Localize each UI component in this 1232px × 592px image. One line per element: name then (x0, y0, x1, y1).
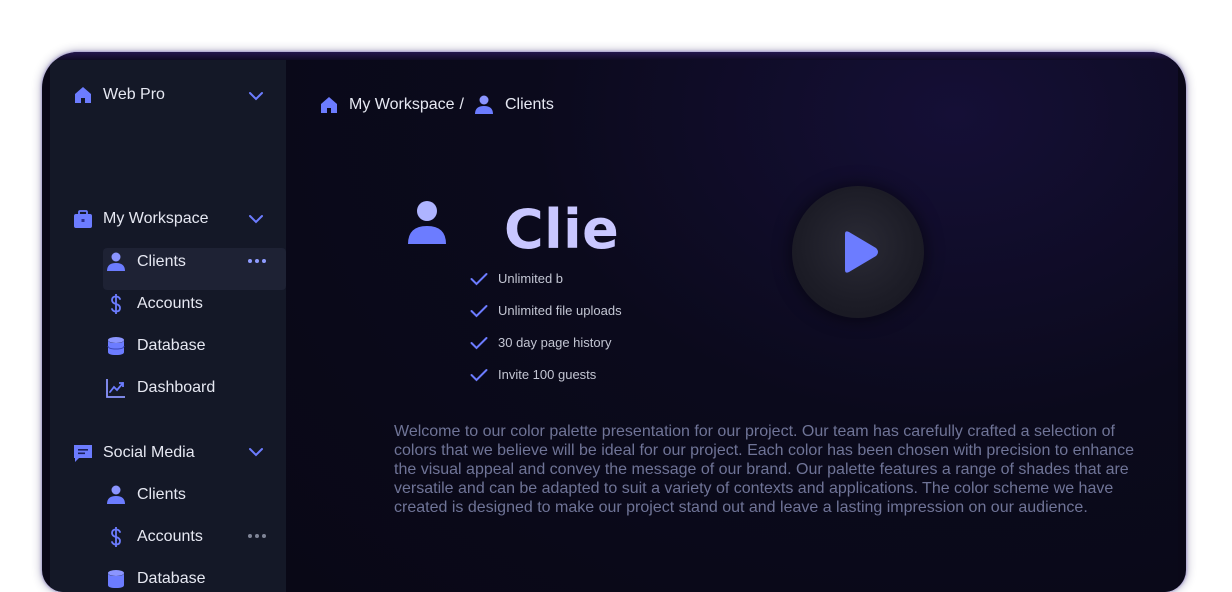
page-title: Clie (504, 198, 620, 261)
workspace-switcher[interactable]: Web Pro (72, 84, 165, 106)
main-content: My Workspace / Clients Clie Unlimited b … (286, 60, 1178, 592)
sidebar-item-label: Accounts (137, 295, 203, 312)
breadcrumb-separator: / (459, 96, 464, 113)
check-icon (470, 336, 488, 349)
feature-item: Unlimited file uploads (470, 303, 622, 318)
sidebar-item-clients[interactable]: Clients (105, 251, 186, 273)
sidebar-item-label: Database (137, 570, 206, 587)
more-options-icon[interactable] (248, 534, 266, 538)
sidebar-item-accounts[interactable]: Accounts (105, 526, 203, 548)
database-icon (105, 335, 127, 357)
user-icon (473, 94, 495, 116)
database-icon (105, 568, 127, 590)
feature-item: Unlimited b (470, 271, 563, 286)
more-options-icon[interactable] (248, 259, 266, 263)
breadcrumb-current: Clients (504, 96, 554, 113)
home-icon (318, 94, 340, 116)
description-paragraph: Welcome to our color palette presentatio… (394, 423, 1134, 516)
briefcase-icon (72, 208, 94, 230)
user-icon (105, 251, 127, 273)
sidebar-item-accounts[interactable]: Accounts (105, 293, 203, 315)
sidebar-item-database[interactable]: Database (105, 568, 206, 590)
user-icon (406, 200, 448, 246)
play-button[interactable] (792, 186, 924, 318)
feature-item: Invite 100 guests (470, 367, 596, 382)
chart-icon (105, 377, 127, 399)
feature-label: Unlimited b (498, 271, 564, 286)
section-header-social-media[interactable]: Social Media (72, 442, 195, 464)
breadcrumb-root[interactable]: My Workspace (349, 96, 455, 114)
feature-label: Unlimited file uploads (498, 303, 622, 318)
sidebar-item-label: Accounts (137, 528, 203, 545)
section-label: Social Media (103, 444, 195, 461)
user-icon (105, 484, 127, 506)
sidebar-item-clients[interactable]: Clients (105, 484, 186, 506)
sidebar-item-label: Database (137, 337, 206, 354)
feature-item: 30 day page history (470, 335, 611, 350)
message-icon (72, 442, 94, 464)
chevron-down-icon[interactable] (247, 210, 265, 228)
sidebar-item-label: Clients (137, 253, 186, 270)
dollar-icon (105, 526, 127, 548)
check-icon (470, 368, 488, 381)
section-header-my-workspace[interactable]: My Workspace (72, 208, 209, 230)
sidebar-item-label: Clients (137, 486, 186, 503)
home-icon (72, 84, 94, 106)
check-icon (470, 272, 488, 285)
dollar-icon (105, 293, 127, 315)
sidebar-item-dashboard[interactable]: Dashboard (105, 377, 215, 399)
app-window: Web Pro My Workspace Clients Accounts Da… (42, 52, 1186, 592)
chevron-down-icon[interactable] (247, 87, 265, 105)
section-label: My Workspace (103, 210, 209, 227)
check-icon (470, 304, 488, 317)
feature-label: 30 day page history (498, 335, 612, 350)
sidebar-item-label: Dashboard (137, 379, 216, 396)
sidebar: Web Pro My Workspace Clients Accounts Da… (50, 60, 286, 592)
feature-label: Invite 100 guests (498, 367, 597, 382)
play-icon (845, 231, 878, 273)
workspace-switcher-label: Web Pro (103, 86, 165, 103)
sidebar-item-database[interactable]: Database (105, 335, 206, 357)
breadcrumb: My Workspace / Clients (318, 94, 554, 116)
chevron-down-icon[interactable] (247, 443, 265, 461)
